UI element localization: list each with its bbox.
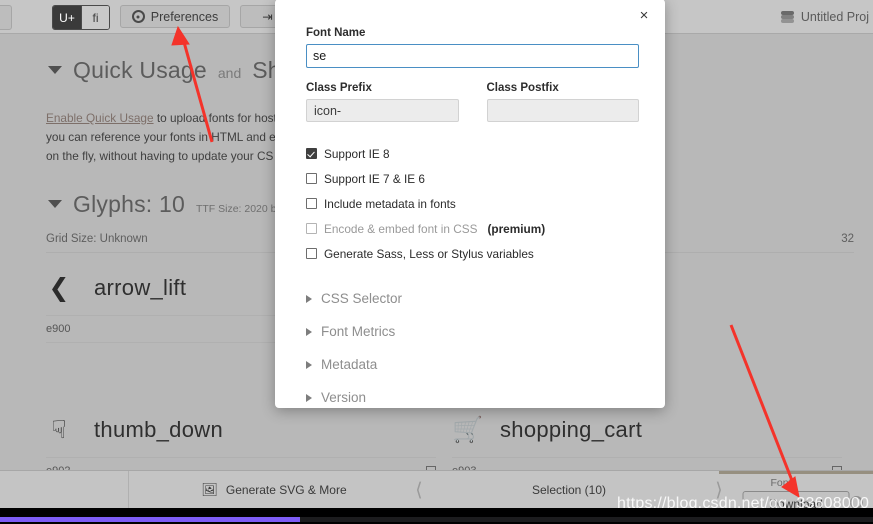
checkbox-row-generate-sass[interactable]: Generate Sass, Less or Stylus variables bbox=[306, 241, 639, 266]
class-postfix-input[interactable] bbox=[486, 99, 639, 122]
quick-usage-line3: on the fly, without having to update you… bbox=[46, 149, 274, 163]
grid-size-label: Grid Size: Unknown bbox=[46, 233, 148, 245]
class-fields-row: Class Prefix Class Postfix bbox=[306, 82, 639, 122]
quick-usage-title-sub: and bbox=[217, 65, 242, 81]
unicode-ligature-toggle[interactable]: U+ fi bbox=[52, 5, 110, 30]
checkbox-label: Support IE 8 bbox=[324, 146, 390, 161]
class-postfix-field: Class Postfix bbox=[486, 82, 639, 122]
premium-badge: (premium) bbox=[487, 221, 546, 236]
accordion-label: Metadata bbox=[321, 357, 378, 372]
font-name-input[interactable] bbox=[306, 44, 639, 68]
shopping-cart-icon: 🛒 bbox=[452, 415, 484, 444]
accordion-metadata[interactable]: Metadata bbox=[306, 348, 639, 381]
image-icon: 🖼 bbox=[201, 482, 218, 497]
thumb-down-icon: ☟ bbox=[51, 415, 67, 444]
toolbar-left-stub-button[interactable] bbox=[0, 5, 12, 30]
class-prefix-input[interactable] bbox=[306, 99, 459, 122]
chevron-right-icon bbox=[306, 294, 312, 303]
class-prefix-label: Class Prefix bbox=[306, 82, 372, 94]
glyph-name: thumb_down bbox=[94, 417, 223, 442]
glyph-name: arrow_lift bbox=[94, 275, 187, 300]
preferences-button[interactable]: Preferences bbox=[120, 5, 230, 28]
font-label: Font bbox=[770, 477, 792, 489]
ttf-size-label: TTF Size: 2020 by bbox=[195, 203, 282, 215]
checkbox-label: Include metadata in fonts bbox=[324, 196, 456, 211]
glyph-name: shopping_cart bbox=[500, 417, 643, 442]
accordion-label: Font Metrics bbox=[321, 324, 396, 339]
ligature-toggle-option[interactable]: fi bbox=[81, 6, 109, 29]
generate-svg-button[interactable]: 🖼 Generate SVG & More ⟨ bbox=[129, 471, 422, 509]
browser-chrome-strip bbox=[0, 508, 873, 524]
selection-label: Selection (10) bbox=[531, 483, 607, 497]
grid-size-value: 32 bbox=[841, 233, 854, 245]
chrome-scrollbar-thumb[interactable] bbox=[0, 517, 300, 522]
quick-usage-line1: to upload fonts for host bbox=[153, 111, 277, 125]
screenshot-root: U+ fi Preferences ⇥ R Untitled Proj bbox=[0, 0, 873, 524]
options-checkbox-list: Support IE 8 Support IE 7 & IE 6 Include… bbox=[306, 141, 639, 266]
chevron-right-icon bbox=[306, 327, 312, 336]
dialog-accordion-list: CSS Selector Font Metrics Metadata Versi… bbox=[306, 282, 639, 414]
accordion-label: CSS Selector bbox=[321, 291, 403, 306]
chevron-right-icon bbox=[306, 393, 312, 402]
layers-icon bbox=[780, 10, 794, 23]
checkbox-icon[interactable] bbox=[306, 223, 317, 234]
gear-icon bbox=[131, 10, 145, 23]
accordion-css-selector[interactable]: CSS Selector bbox=[306, 282, 639, 315]
class-prefix-field: Class Prefix bbox=[306, 82, 459, 122]
quick-usage-title: Quick Usage bbox=[73, 57, 207, 83]
dialog-body: Font Name Class Prefix Class Postfix Sup… bbox=[306, 27, 639, 414]
glyphs-title: Glyphs: 10 bbox=[73, 191, 185, 217]
checkbox-row-support-ie7-ie6[interactable]: Support IE 7 & IE 6 bbox=[306, 166, 639, 191]
checkbox-icon[interactable] bbox=[306, 198, 317, 209]
checkbox-icon[interactable] bbox=[306, 248, 317, 259]
generate-svg-label: Generate SVG & More bbox=[225, 483, 347, 497]
checkbox-row-include-metadata[interactable]: Include metadata in fonts bbox=[306, 191, 639, 216]
arrow-lift-icon: ❮ bbox=[48, 273, 70, 302]
close-icon[interactable]: × bbox=[634, 5, 654, 25]
project-selector[interactable]: Untitled Proj bbox=[780, 5, 869, 28]
preferences-dialog: × Font Name Class Prefix Class Postfix S… bbox=[275, 0, 665, 408]
project-name: Untitled Proj bbox=[800, 9, 869, 24]
chevron-down-icon bbox=[48, 66, 62, 74]
quick-usage-line2: you can reference your fonts in HTML and… bbox=[46, 130, 283, 144]
checkbox-label: Generate Sass, Less or Stylus variables bbox=[324, 246, 534, 261]
accordion-label: Version bbox=[321, 390, 367, 405]
preferences-label: Preferences bbox=[150, 9, 219, 24]
accordion-font-metrics[interactable]: Font Metrics bbox=[306, 315, 639, 348]
accordion-version[interactable]: Version bbox=[306, 381, 639, 414]
chevron-down-icon bbox=[48, 200, 62, 208]
font-name-label: Font Name bbox=[306, 27, 366, 39]
chevron-right-icon bbox=[306, 360, 312, 369]
tab-right-icon: ⇥ bbox=[262, 10, 273, 24]
checkbox-row-encode-embed-font[interactable]: Encode & embed font in CSS (premium) bbox=[306, 216, 639, 241]
class-postfix-label: Class Postfix bbox=[486, 82, 559, 94]
bottom-bar-stub bbox=[0, 471, 129, 509]
checkbox-icon[interactable] bbox=[306, 173, 317, 184]
checkbox-row-support-ie8[interactable]: Support IE 8 bbox=[306, 141, 639, 166]
glyph-code: e900 bbox=[46, 323, 71, 335]
checkbox-label: Encode & embed font in CSS bbox=[324, 221, 478, 236]
checkbox-icon[interactable] bbox=[306, 148, 317, 159]
enable-quick-usage-link[interactable]: Enable Quick Usage bbox=[46, 111, 154, 125]
checkbox-label: Support IE 7 & IE 6 bbox=[324, 171, 425, 186]
unicode-toggle-option[interactable]: U+ bbox=[53, 6, 81, 29]
